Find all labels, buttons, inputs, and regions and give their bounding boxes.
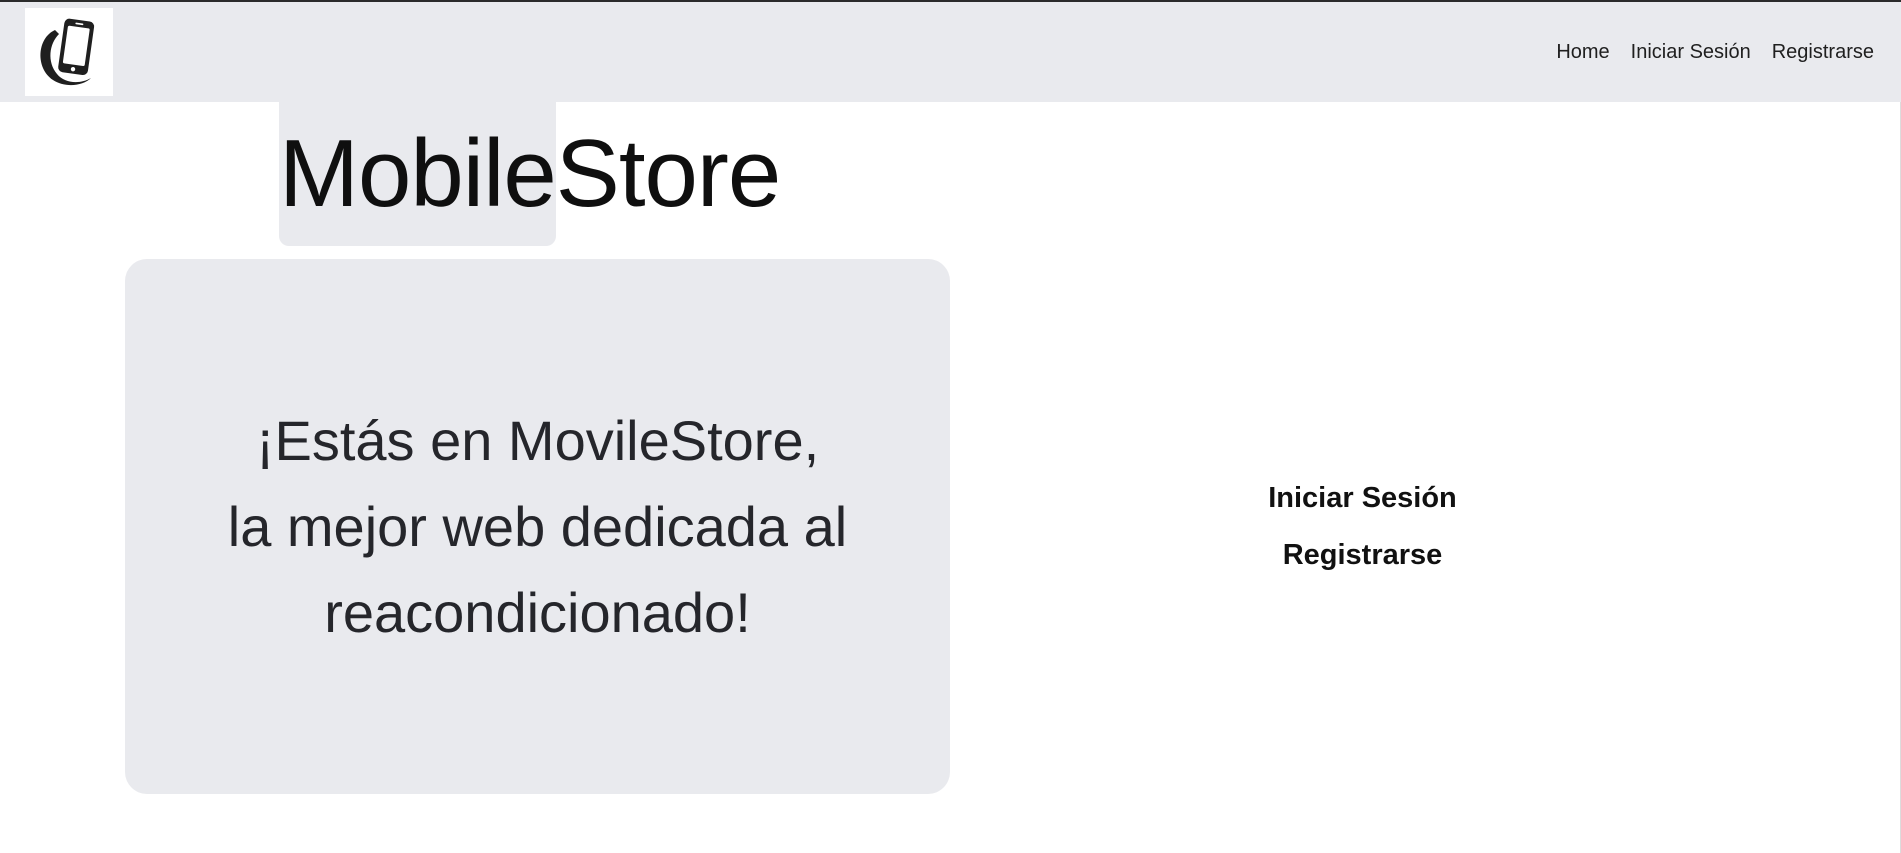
auth-actions: Iniciar Sesión Registrarse	[1200, 470, 1525, 584]
welcome-line-2: la mejor web dedicada al	[227, 494, 848, 558]
welcome-card: ¡Estás en MovileStore, la mejor web dedi…	[125, 259, 950, 794]
welcome-line-3: reacondicionado!	[324, 580, 751, 644]
nav-login-link[interactable]: Iniciar Sesión	[1631, 41, 1751, 64]
nav-register-link[interactable]: Registrarse	[1772, 41, 1874, 64]
welcome-message: ¡Estás en MovileStore, la mejor web dedi…	[228, 398, 847, 656]
login-link[interactable]: Iniciar Sesión	[1200, 470, 1525, 527]
navbar: Home Iniciar Sesión Registrarse	[0, 2, 1901, 102]
logo[interactable]	[25, 8, 113, 96]
brand-title: Mobile Store	[279, 102, 781, 246]
brand-title-store: Store	[555, 120, 781, 227]
register-link[interactable]: Registrarse	[1200, 527, 1525, 584]
brand-title-mobile: Mobile	[279, 102, 557, 246]
phone-logo-icon	[40, 18, 95, 86]
nav-links: Home Iniciar Sesión Registrarse	[1556, 2, 1874, 102]
nav-home-link[interactable]: Home	[1556, 41, 1609, 64]
welcome-line-1: ¡Estás en MovileStore,	[255, 408, 820, 472]
